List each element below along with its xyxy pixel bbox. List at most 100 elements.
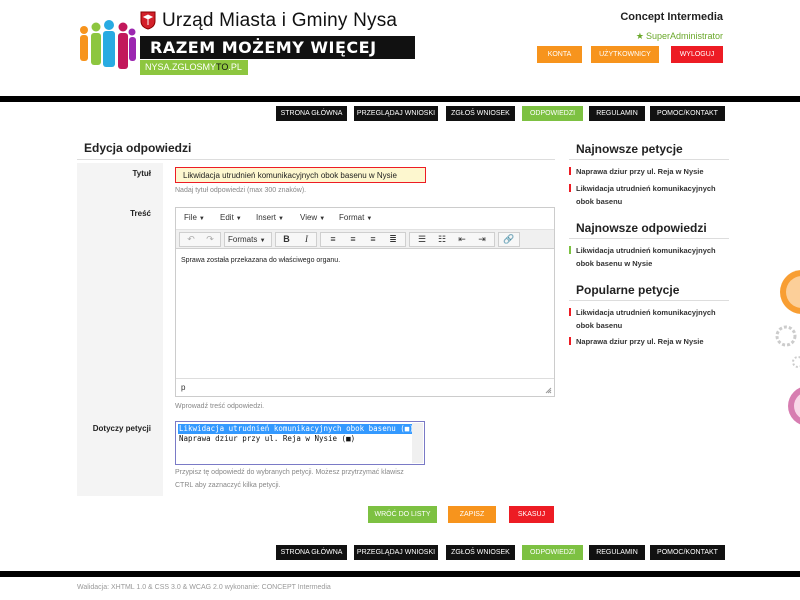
site-link-part: .PL — [228, 62, 242, 72]
menu-insert[interactable]: Insert ▼ — [256, 213, 284, 222]
italic-icon[interactable]: I — [297, 233, 316, 246]
sidebar-link[interactable]: Likwidacja utrudnień komunikacyjnych obo… — [569, 182, 729, 208]
formats-label: Formats — [228, 235, 258, 244]
menu-insert-label: Insert — [256, 213, 277, 222]
content-hint: Wprowadź treść odpowiedzi. — [175, 403, 265, 410]
petition-hint-line-1: Przypisz tę odpowiedź do wybranych petyc… — [175, 469, 404, 476]
editor-content[interactable]: Sprawa została przekazana do właściwego … — [181, 257, 340, 264]
top-divider — [0, 96, 800, 102]
numbered-list-icon[interactable]: ☷ — [432, 233, 452, 246]
caret-down-icon: ▼ — [235, 216, 242, 222]
save-button[interactable]: ZAPISZ — [448, 506, 496, 523]
delete-button[interactable]: SKASUJ — [509, 506, 554, 523]
indent-icon[interactable]: ⇥ — [472, 233, 492, 246]
undo-icon[interactable]: ↶ — [182, 233, 200, 246]
formats-dropdown[interactable]: Formats ▼ — [224, 232, 272, 247]
nav-item-rules[interactable]: REGULAMIN — [589, 545, 645, 560]
align-center-icon[interactable]: ≡ — [343, 233, 363, 246]
caret-down-icon: ▼ — [278, 216, 284, 222]
list-group: ☰ ☷ ⇤ ⇥ — [409, 232, 495, 247]
nav-item-submit[interactable]: ZGŁOŚ WNIOSEK — [446, 545, 515, 560]
menu-file-label: File — [184, 213, 197, 222]
element-path: p — [181, 383, 186, 392]
link-group: 🔗 — [498, 232, 520, 247]
user-role-text: SuperAdministrator — [645, 31, 723, 41]
people-logo-icon — [80, 20, 136, 69]
bottom-divider — [0, 571, 800, 577]
nav-item-answers[interactable]: ODPOWIEDZI — [522, 106, 583, 121]
caret-down-icon: ▼ — [319, 216, 326, 222]
nav-item-help[interactable]: POMOC/KONTAKT — [650, 106, 725, 121]
sidebar-link[interactable]: Naprawa dziur przy ul. Reja w Nysie — [569, 165, 729, 178]
city-crest-icon — [140, 11, 156, 30]
select-scrollbar[interactable] — [412, 423, 423, 463]
accounts-button[interactable]: KONTA — [537, 46, 582, 63]
nav-item-browse[interactable]: PRZEGLĄDAJ WNIOSKI — [354, 545, 438, 560]
text-style-group: B I — [275, 232, 317, 247]
title-input[interactable] — [175, 167, 426, 183]
sidebar-divider — [569, 159, 729, 160]
sidebar-title-newest-petitions: Najnowsze petycje — [576, 142, 683, 156]
editor-menubar: File ▼ Edit ▼ Insert ▼ View ▼ Format ▼ — [176, 208, 554, 229]
bold-icon[interactable]: B — [277, 233, 296, 246]
petition-hint-line-2: CTRL aby zaznaczyć kilka petycji. — [175, 482, 281, 489]
header: Urząd Miasta i Gminy Nysa RAZEM MOŻEMY W… — [0, 0, 800, 96]
decorative-shapes-icon — [775, 270, 800, 425]
slogan-banner: RAZEM MOŻEMY WIĘCEJ — [140, 36, 415, 59]
caret-down-icon: ▼ — [259, 238, 266, 244]
title-label: Tytuł — [132, 169, 151, 178]
menu-edit-label: Edit — [220, 213, 234, 222]
company-name: Concept Intermedia — [620, 11, 723, 23]
nav-item-help[interactable]: POMOC/KONTAKT — [650, 545, 725, 560]
footer-credits: Walidacja: XHTML 1.0 & CSS 3.0 & WCAG 2.… — [77, 584, 331, 591]
nav-item-home[interactable]: STRONA GŁÓWNA — [276, 545, 347, 560]
nav-item-browse[interactable]: PRZEGLĄDAJ WNIOSKI — [354, 106, 438, 121]
redo-icon[interactable]: ↷ — [201, 233, 219, 246]
menu-format-label: Format — [339, 213, 365, 222]
align-right-icon[interactable]: ≡ — [363, 233, 383, 246]
sidebar-link[interactable]: Likwidacja utrudnień komunikacyjnych obo… — [569, 306, 729, 332]
menu-view[interactable]: View ▼ — [300, 213, 325, 222]
menu-file[interactable]: File ▼ — [184, 213, 205, 222]
sidebar-link[interactable]: Likwidacja utrudnień komunikacyjnych obo… — [569, 244, 729, 270]
petition-option[interactable]: Likwidacja utrudnień komunikacyjnych obo… — [178, 424, 414, 434]
page-title: Edycja odpowiedzi — [84, 141, 192, 155]
nav-item-submit[interactable]: ZGŁOŚ WNIOSEK — [446, 106, 515, 121]
title-hint: Nadaj tytuł odpowiedzi (max 300 znaków). — [175, 187, 307, 194]
nav-item-answers[interactable]: ODPOWIEDZI — [522, 545, 583, 560]
sidebar-divider — [569, 300, 729, 301]
editor-toolbar: ↶ ↷ Formats ▼ B I ≡ ≡ ≡ ≣ ☰ ☷ ⇤ ⇥ 🔗 — [176, 229, 554, 249]
sidebar-divider — [569, 238, 729, 239]
content-label: Treść — [130, 209, 151, 218]
users-button[interactable]: UŻYTKOWNICY — [591, 46, 659, 63]
sidebar-title-popular-petitions: Popularne petycje — [576, 283, 680, 297]
site-link-part: NYSA.ZGLOSMY — [145, 62, 217, 72]
nav-item-home[interactable]: STRONA GŁÓWNA — [276, 106, 347, 121]
logout-button[interactable]: WYLOGUJ — [671, 46, 723, 63]
site-link[interactable]: NYSA.ZGLOSMYTO.PL — [140, 60, 248, 75]
back-to-list-button[interactable]: WRÓĆ DO LISTY — [368, 506, 437, 523]
align-group: ≡ ≡ ≡ ≣ — [320, 232, 406, 247]
formats-dropdown-label: Formats ▼ — [228, 233, 270, 246]
sidebar-link[interactable]: Naprawa dziur przy ul. Reja w Nysie — [569, 335, 729, 348]
align-justify-icon[interactable]: ≣ — [383, 233, 403, 246]
history-group: ↶ ↷ — [179, 232, 221, 247]
sidebar-title-newest-answers: Najnowsze odpowiedzi — [576, 221, 707, 235]
rich-text-editor: File ▼ Edit ▼ Insert ▼ View ▼ Format ▼ ↶ ↷ Fo… — [175, 207, 555, 397]
petition-multiselect[interactable]: Likwidacja utrudnień komunikacyjnych obo… — [175, 421, 425, 465]
resize-handle-icon[interactable] — [545, 387, 552, 394]
nav-item-rules[interactable]: REGULAMIN — [589, 106, 645, 121]
menu-view-label: View — [300, 213, 318, 222]
title-underline — [77, 159, 555, 160]
menu-format[interactable]: Format ▼ — [339, 213, 372, 222]
city-title: Urząd Miasta i Gminy Nysa — [162, 10, 398, 31]
link-icon[interactable]: 🔗 — [500, 233, 518, 246]
caret-down-icon: ▼ — [198, 216, 205, 222]
align-left-icon[interactable]: ≡ — [323, 233, 343, 246]
star-icon: ★ — [635, 31, 644, 41]
outdent-icon[interactable]: ⇤ — [452, 233, 472, 246]
menu-edit[interactable]: Edit ▼ — [220, 213, 242, 222]
bullet-list-icon[interactable]: ☰ — [412, 233, 432, 246]
petition-option[interactable]: Naprawa dziur przy ul. Reja w Nysie (■) — [178, 434, 412, 444]
caret-down-icon: ▼ — [366, 216, 373, 222]
